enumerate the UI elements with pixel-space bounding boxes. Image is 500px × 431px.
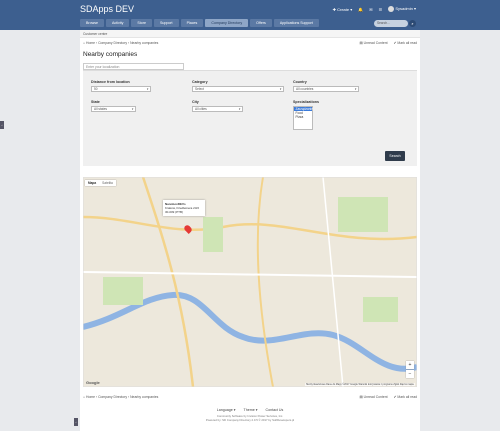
user-name: Sysadmin — [395, 6, 413, 12]
spec-option[interactable]: Zarządzanie — [294, 106, 313, 111]
site-title[interactable]: SDApps DEV — [80, 4, 134, 14]
satellite-tab[interactable]: Satelita — [99, 180, 116, 186]
list-icon[interactable]: ☰ — [379, 7, 383, 12]
map-graphic — [83, 177, 417, 387]
customer-centre-bar[interactable]: Customer centre — [80, 30, 420, 38]
contact-link[interactable]: Contact Us — [266, 408, 284, 412]
home-label: Home — [86, 395, 96, 399]
search-icon[interactable]: ⌕ — [409, 19, 416, 27]
country-select[interactable]: All countries — [293, 85, 359, 92]
unread-content-label: Unread Content — [363, 395, 388, 399]
home-label: Home — [86, 41, 96, 45]
nav-offers[interactable]: Offers — [250, 19, 272, 27]
left-drawer-handle[interactable]: ‹ — [0, 121, 4, 129]
state-label: State — [91, 100, 100, 104]
state-field: State All states — [91, 100, 136, 112]
park-shape — [103, 277, 143, 305]
main-nav: Browse Activity Store Support Places Com… — [80, 19, 319, 27]
nav-browse[interactable]: Browse — [80, 19, 104, 27]
city-field: City All cities — [192, 100, 243, 112]
nav-applications-support[interactable]: Applications Support — [273, 19, 319, 27]
filter-form: Distance from location 50 Category Selec… — [83, 70, 417, 166]
unread-content-link[interactable]: ▤ Unread Content — [359, 395, 387, 399]
zoom-out-button[interactable]: − — [406, 370, 414, 378]
nav-support[interactable]: Support — [153, 19, 179, 27]
language-label: Language — [216, 408, 233, 412]
section-link[interactable]: Company Directory — [98, 395, 127, 399]
main-content: Customer centre ⌂ Home › Company Directo… — [80, 30, 420, 431]
unread-content-label: Unread Content — [363, 41, 388, 45]
country-field: Country All countries — [293, 80, 359, 92]
popup-line: 30-009 (PTB) — [165, 210, 184, 214]
language-menu[interactable]: Language ▾ — [217, 408, 236, 412]
marker-popup: NanoboxDEVs Kraków, Friedleinera 23/2 30… — [163, 200, 205, 216]
nav-activity[interactable]: Activity — [105, 19, 130, 27]
right-drawer-handle[interactable]: ‹ — [74, 418, 78, 426]
nav-places[interactable]: Places — [180, 19, 204, 27]
city-label: City — [192, 100, 199, 104]
map-tab[interactable]: Mapa — [85, 180, 99, 186]
footer-links: Language ▾ Theme ▾ Contact Us — [80, 408, 420, 412]
spec-option[interactable]: Pizza — [294, 115, 312, 119]
mark-all-read-label: Mark all read — [397, 41, 417, 45]
category-field: Category Select — [192, 80, 284, 92]
create-button[interactable]: ✚ Create ▾ — [333, 7, 353, 12]
current-crumb: Nearby companies — [130, 395, 159, 399]
section-link[interactable]: Company Directory — [98, 41, 127, 45]
zoom-in-button[interactable]: + — [406, 361, 414, 369]
distance-select[interactable]: 50 — [91, 85, 151, 92]
unread-content-link[interactable]: ▤ Unread Content — [359, 41, 387, 45]
specializations-label: Specializations — [293, 100, 319, 104]
mark-all-read-link[interactable]: ✔ Mark all read — [394, 41, 417, 45]
park-shape — [338, 197, 388, 232]
home-link[interactable]: ⌂ Home — [83, 395, 95, 399]
distance-field: Distance from location 50 — [91, 80, 151, 92]
nav-store[interactable]: Store — [131, 19, 152, 27]
state-select[interactable]: All states — [91, 105, 136, 112]
map-canvas[interactable]: Mapa Satelita NanoboxDEVs Kraków, Friedl… — [83, 177, 417, 387]
user-menu-area: ✚ Create ▾ 🔔 ✉ ☰ Sysadmin ▾ — [333, 6, 416, 12]
park-shape — [363, 297, 398, 322]
city-select[interactable]: All cities — [192, 105, 243, 112]
page-footer: Language ▾ Theme ▾ Contact Us Community … — [80, 408, 420, 422]
top-bar: SDApps DEV ✚ Create ▾ 🔔 ✉ ☰ Sysadmin ▾ B… — [0, 0, 500, 30]
specializations-multiselect[interactable]: Zarządzanie Food Pizza — [293, 105, 313, 130]
google-logo: Google — [86, 380, 100, 385]
search-input[interactable]: Search... — [374, 19, 408, 27]
location-input[interactable]: Enter your localization — [83, 63, 184, 70]
user-menu[interactable]: Sysadmin ▾ — [388, 6, 416, 12]
country-label: Country — [293, 80, 307, 84]
avatar — [388, 6, 395, 12]
create-label: Create — [337, 6, 350, 12]
category-label: Category — [192, 80, 208, 84]
search-button[interactable]: Search — [385, 151, 405, 161]
current-crumb: Nearby companies — [130, 41, 159, 45]
nav-company-directory[interactable]: Company Directory — [205, 19, 249, 27]
bell-icon[interactable]: 🔔 — [358, 7, 363, 12]
specializations-field: Specializations Zarządzanie Food Pizza — [293, 100, 333, 130]
mark-all-read-label: Mark all read — [397, 395, 417, 399]
footer-breadcrumb: ⌂ Home › Company Directory › Nearby comp… — [83, 395, 417, 399]
home-link[interactable]: ⌂ Home — [83, 41, 95, 45]
category-select[interactable]: Select — [192, 85, 284, 92]
page-title: Nearby companies — [83, 51, 138, 58]
mark-all-read-link[interactable]: ✔ Mark all read — [394, 395, 417, 399]
map-type-toggle: Mapa Satelita — [85, 180, 116, 186]
theme-menu[interactable]: Theme ▾ — [244, 408, 258, 412]
mail-icon[interactable]: ✉ — [369, 7, 372, 12]
map-attribution: Skróty klawiszowe Dane do Mapy ©2017 Goo… — [305, 383, 415, 386]
breadcrumb: ⌂ Home › Company Directory › Nearby comp… — [83, 41, 417, 45]
distance-label: Distance from location — [91, 80, 130, 84]
park-shape — [203, 217, 223, 252]
theme-label: Theme — [243, 408, 255, 412]
footer-powered: Powered by: SD Company Directory 2.0.5 ©… — [205, 418, 295, 422]
